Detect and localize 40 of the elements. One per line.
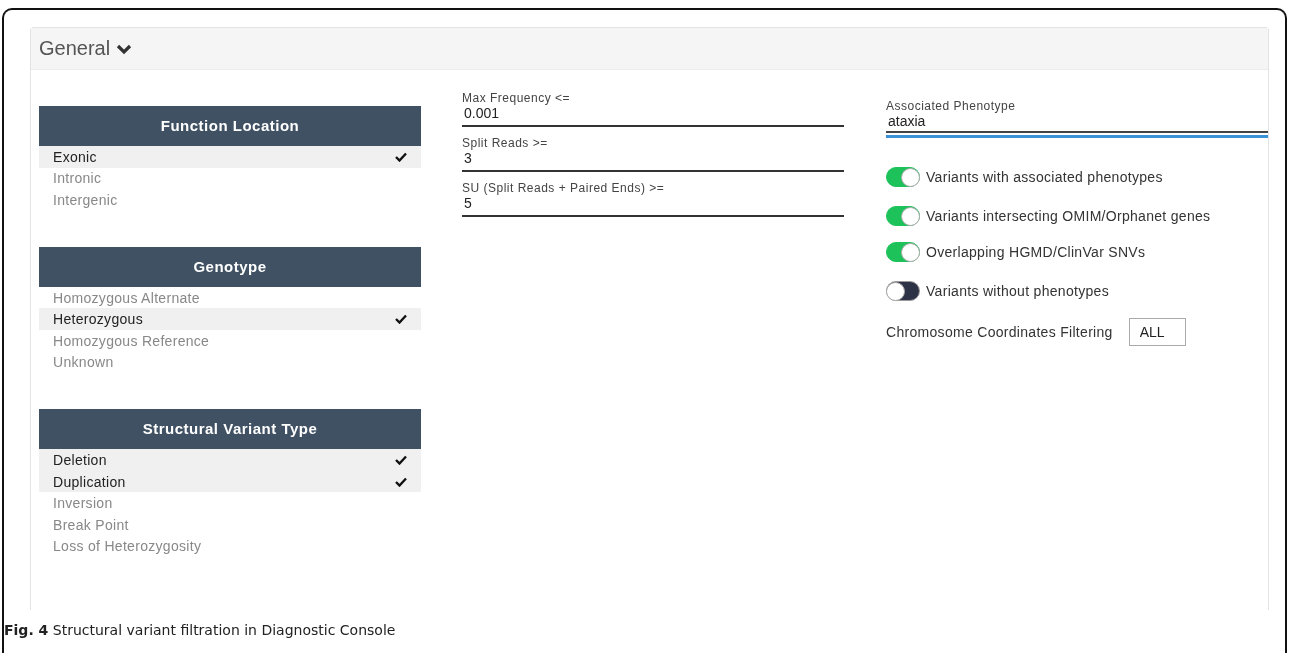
input-field[interactable]: ataxia: [886, 113, 1268, 138]
field-label: SU (Split Reads + Paired Ends) >=: [462, 182, 666, 195]
panel-title: General: [39, 37, 111, 60]
filter-option[interactable]: Break Point: [39, 513, 421, 536]
filter-option[interactable]: Deletion: [39, 449, 421, 471]
field-label: Split Reads >=: [462, 137, 549, 150]
toggle-switch[interactable]: [886, 206, 920, 226]
input-field[interactable]: 0.001: [462, 105, 844, 127]
toggle-label: Overlapping HGMD/ClinVar SNVs: [926, 244, 1146, 260]
filter-option[interactable]: Duplication: [39, 470, 421, 493]
toggle-label: Variants with associated phenotypes: [926, 169, 1163, 185]
filter-option[interactable]: Loss of Heterozygosity: [39, 535, 421, 558]
check-icon: [395, 314, 407, 325]
filter-option[interactable]: Unknown: [39, 351, 421, 374]
toggle-switch[interactable]: [886, 167, 920, 187]
filter-option[interactable]: Inversion: [39, 492, 421, 514]
input-field[interactable]: 3: [462, 150, 844, 172]
field-label: Associated Phenotype: [886, 100, 1017, 113]
figure-caption: Fig. 4 Structural variant filtration in Diagnostic Console: [4, 622, 397, 638]
toggle-label: Variants without phenotypes: [926, 283, 1109, 299]
filter-option[interactable]: Homozygous Alternate: [39, 286, 421, 309]
group-header: Genotype: [39, 246, 421, 287]
group-header: Structural Variant Type: [39, 409, 421, 450]
filter-option[interactable]: Intergenic: [39, 189, 421, 211]
check-icon: [395, 476, 407, 487]
filter-option[interactable]: Heterozygous: [39, 308, 421, 330]
check-icon: [395, 151, 407, 162]
input-field[interactable]: ALL: [1128, 318, 1186, 346]
field-label: Max Frequency <=: [462, 92, 572, 105]
group-header: Function Location: [39, 106, 421, 146]
check-icon: [395, 454, 407, 465]
toggle-label: Variants intersecting OMIM/Orphanet genes: [926, 208, 1211, 224]
filter-label: Chromosome Coordinates Filtering: [886, 324, 1113, 340]
filter-option[interactable]: Intronic: [39, 167, 421, 190]
filter-option[interactable]: Exonic: [39, 146, 421, 168]
toggle-switch[interactable]: [886, 281, 920, 301]
filter-option[interactable]: Homozygous Reference: [39, 329, 421, 352]
panel-header[interactable]: General: [31, 28, 1268, 70]
toggle-switch[interactable]: [886, 242, 920, 262]
input-field[interactable]: 5: [462, 195, 844, 217]
